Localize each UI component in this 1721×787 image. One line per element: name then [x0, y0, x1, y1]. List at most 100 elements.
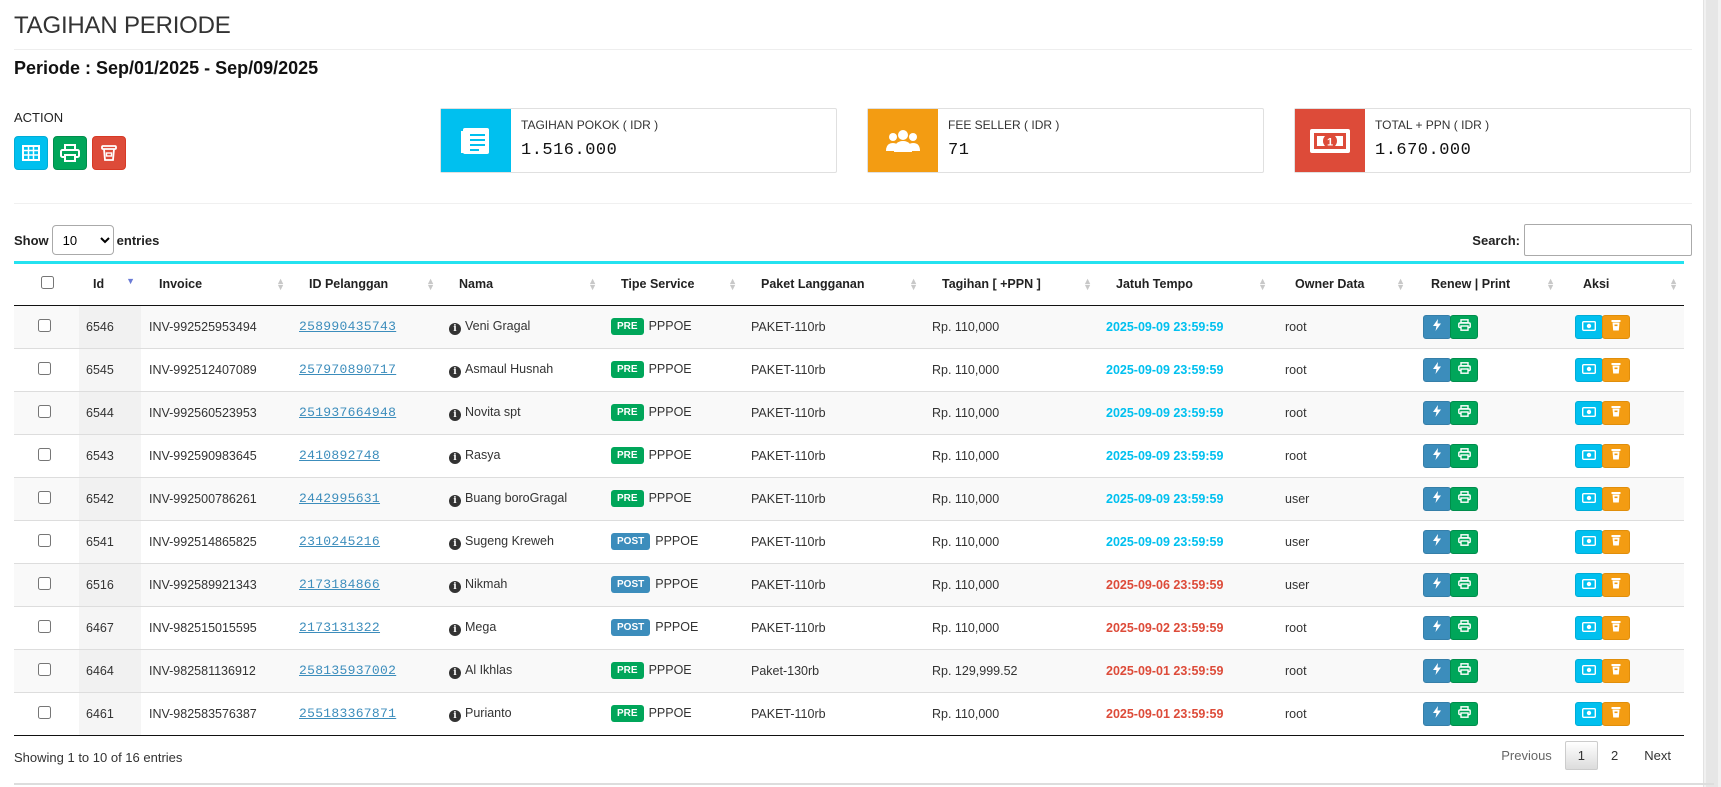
previous-page-button[interactable]: Previous	[1488, 741, 1565, 770]
info-circle-icon[interactable]: i	[449, 623, 461, 636]
next-page-button[interactable]: Next	[1631, 741, 1684, 770]
column-header-nama[interactable]: Nama ▲ ▼	[441, 264, 603, 306]
column-header-id-pelanggan[interactable]: ID Pelanggan ▲ ▼	[291, 264, 441, 306]
column-header-owner-data[interactable]: Owner Data ▲ ▼	[1273, 264, 1411, 306]
pay-button[interactable]	[1575, 357, 1603, 382]
pay-button[interactable]	[1575, 615, 1603, 640]
renew-button[interactable]	[1423, 486, 1451, 511]
info-circle-icon[interactable]: i	[449, 494, 461, 507]
column-header-invoice[interactable]: Invoice ▲ ▼	[141, 264, 291, 306]
customer-id-link[interactable]: 2410892748	[299, 448, 380, 463]
info-circle-icon[interactable]: i	[449, 537, 461, 550]
pay-button[interactable]	[1575, 529, 1603, 554]
delete-button[interactable]	[1602, 400, 1630, 425]
renew-button[interactable]	[1423, 615, 1451, 640]
renew-button[interactable]	[1423, 400, 1451, 425]
delete-button[interactable]	[1602, 529, 1630, 554]
info-circle-icon[interactable]: i	[449, 451, 461, 464]
row-checkbox[interactable]	[38, 576, 51, 590]
row-checkbox[interactable]	[38, 619, 51, 633]
print-button[interactable]	[1450, 615, 1478, 640]
table-row: 6516 INV-992589921343 2173184866 i Nikmah POS…	[14, 562, 1684, 606]
delete-button[interactable]	[1602, 314, 1630, 339]
delete-all-button[interactable]	[92, 136, 126, 170]
row-checkbox[interactable]	[38, 447, 51, 461]
column-header-renew-print[interactable]: Renew | Print ▲ ▼	[1411, 264, 1561, 306]
column-header-tagihan[interactable]: Tagihan [ +PPN ] ▲ ▼	[924, 264, 1098, 306]
row-checkbox[interactable]	[38, 318, 51, 332]
print-button[interactable]	[1450, 400, 1478, 425]
row-checkbox[interactable]	[38, 361, 51, 375]
row-checkbox[interactable]	[38, 490, 51, 504]
renew-button[interactable]	[1423, 443, 1451, 468]
delete-button[interactable]	[1602, 443, 1630, 468]
column-header-id[interactable]: Id ▼	[79, 264, 141, 306]
table-row: 6542 INV-992500786261 2442995631 i Buang bor…	[14, 476, 1684, 520]
renew-button[interactable]	[1423, 314, 1451, 339]
page-title: TAGIHAN PERIODE	[14, 12, 231, 39]
renew-button[interactable]	[1423, 701, 1451, 726]
renew-button[interactable]	[1423, 658, 1451, 683]
print-button[interactable]	[1450, 443, 1478, 468]
customer-id-link[interactable]: 258990435743	[299, 319, 396, 334]
page-button-1[interactable]: 1	[1564, 741, 1599, 770]
info-circle-icon[interactable]: i	[449, 666, 461, 679]
customer-id-link[interactable]: 2173184866	[299, 577, 380, 592]
pay-button[interactable]	[1575, 701, 1603, 726]
print-button[interactable]	[1450, 357, 1478, 382]
row-checkbox[interactable]	[38, 705, 51, 719]
pay-button[interactable]	[1575, 443, 1603, 468]
info-circle-icon[interactable]: i	[449, 580, 461, 593]
delete-button[interactable]	[1602, 615, 1630, 640]
cell-customer-id: 2442995631	[291, 476, 441, 520]
column-header-jatuh-tempo[interactable]: Jatuh Tempo ▲ ▼	[1098, 264, 1273, 306]
page-button-2[interactable]: 2	[1598, 741, 1631, 770]
customer-id-link[interactable]: 2173131322	[299, 620, 380, 635]
customer-id-link[interactable]: 2310245216	[299, 534, 380, 549]
row-checkbox[interactable]	[38, 404, 51, 418]
info-circle-icon[interactable]: i	[449, 709, 461, 722]
pay-button[interactable]	[1575, 314, 1603, 339]
info-circle-icon[interactable]: i	[449, 408, 461, 421]
pay-button[interactable]	[1575, 486, 1603, 511]
column-header-aksi[interactable]: Aksi ▲ ▼	[1561, 264, 1684, 306]
row-checkbox[interactable]	[38, 533, 51, 547]
table-row: 6543 INV-992590983645 2410892748 i Rasya PRE P…	[14, 433, 1684, 477]
search-input[interactable]	[1524, 224, 1692, 256]
renew-button[interactable]	[1423, 529, 1451, 554]
column-header-paket-langganan[interactable]: Paket Langganan ▲ ▼	[743, 264, 924, 306]
delete-button[interactable]	[1602, 572, 1630, 597]
pay-button[interactable]	[1575, 658, 1603, 683]
delete-button[interactable]	[1602, 486, 1630, 511]
customer-id-link[interactable]: 258135937002	[299, 663, 396, 678]
print-button[interactable]	[1450, 572, 1478, 597]
customer-id-link[interactable]: 257970890717	[299, 362, 396, 377]
print-button[interactable]	[1450, 658, 1478, 683]
pay-button[interactable]	[1575, 400, 1603, 425]
export-table-button[interactable]	[14, 136, 48, 170]
print-button[interactable]	[1450, 314, 1478, 339]
print-button[interactable]	[1450, 486, 1478, 511]
row-checkbox[interactable]	[38, 662, 51, 676]
trash-icon	[1611, 491, 1621, 506]
customer-id-link[interactable]: 2442995631	[299, 491, 380, 506]
print-button[interactable]	[1450, 529, 1478, 554]
delete-button[interactable]	[1602, 701, 1630, 726]
renew-button[interactable]	[1423, 572, 1451, 597]
renew-button[interactable]	[1423, 357, 1451, 382]
scrollbar-thumb[interactable]	[1706, 0, 1718, 787]
delete-button[interactable]	[1602, 658, 1630, 683]
print-all-button[interactable]	[53, 136, 87, 170]
trash-icon	[101, 145, 117, 161]
customer-id-link[interactable]: 255183367871	[299, 706, 396, 721]
print-button[interactable]	[1450, 701, 1478, 726]
info-circle-icon[interactable]: i	[449, 322, 461, 335]
entries-select[interactable]: 10	[51, 225, 114, 255]
select-all-checkbox[interactable]	[41, 276, 54, 290]
pay-button[interactable]	[1575, 572, 1603, 597]
column-header-tipe-service[interactable]: Tipe Service ▲ ▼	[603, 264, 743, 306]
delete-button[interactable]	[1602, 357, 1630, 382]
page-scrollbar[interactable]	[1703, 0, 1721, 787]
info-circle-icon[interactable]: i	[449, 365, 461, 378]
customer-id-link[interactable]: 251937664948	[299, 405, 396, 420]
